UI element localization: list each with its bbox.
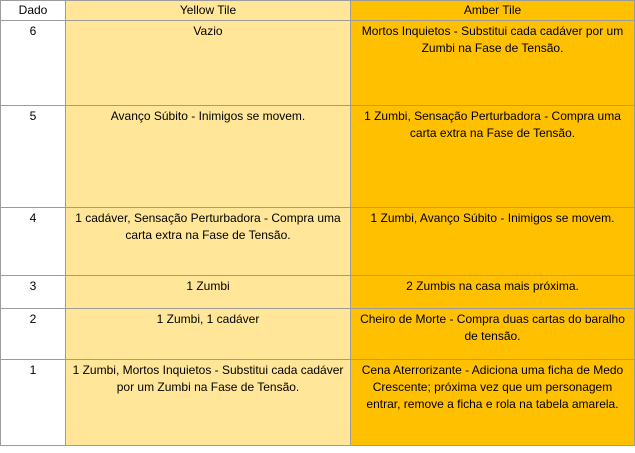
table-row: 1 1 Zumbi, Mortos Inquietos - Substitui … [0, 359, 635, 446]
amber-tile-cell: Cena Aterrorizante - Adiciona uma ficha … [350, 359, 635, 446]
table-row: 3 1 Zumbi 2 Zumbis na casa mais próxima. [0, 275, 635, 309]
amber-tile-cell: 1 Zumbi, Sensação Perturbadora - Compra … [350, 105, 635, 208]
amber-tile-cell: 1 Zumbi, Avanço Súbito - Inimigos se mov… [350, 207, 635, 276]
table-row: 2 1 Zumbi, 1 cadáver Cheiro de Morte - C… [0, 308, 635, 360]
dado-cell: 4 [0, 207, 66, 276]
yellow-tile-cell: Avanço Súbito - Inimigos se movem. [65, 105, 351, 208]
event-table: Dado Yellow Tile Amber Tile 6 Vazio Mort… [0, 0, 635, 446]
yellow-tile-cell: 1 cadáver, Sensação Perturbadora - Compr… [65, 207, 351, 276]
header-dado: Dado [0, 0, 66, 21]
amber-tile-cell: Mortos Inquietos - Substitui cada cadáve… [350, 20, 635, 106]
header-row: Dado Yellow Tile Amber Tile [0, 0, 635, 21]
dado-cell: 2 [0, 308, 66, 360]
header-yellow-tile: Yellow Tile [65, 0, 351, 21]
yellow-tile-cell: 1 Zumbi, 1 cadáver [65, 308, 351, 360]
table-row: 5 Avanço Súbito - Inimigos se movem. 1 Z… [0, 105, 635, 208]
yellow-tile-cell: 1 Zumbi [65, 275, 351, 309]
table-row: 6 Vazio Mortos Inquietos - Substitui cad… [0, 20, 635, 106]
header-amber-tile: Amber Tile [350, 0, 635, 21]
dado-cell: 3 [0, 275, 66, 309]
dado-cell: 5 [0, 105, 66, 208]
table-row: 4 1 cadáver, Sensação Perturbadora - Com… [0, 207, 635, 276]
yellow-tile-cell: Vazio [65, 20, 351, 106]
dado-cell: 6 [0, 20, 66, 106]
yellow-tile-cell: 1 Zumbi, Mortos Inquietos - Substitui ca… [65, 359, 351, 446]
amber-tile-cell: Cheiro de Morte - Compra duas cartas do … [350, 308, 635, 360]
amber-tile-cell: 2 Zumbis na casa mais próxima. [350, 275, 635, 309]
dado-cell: 1 [0, 359, 66, 446]
